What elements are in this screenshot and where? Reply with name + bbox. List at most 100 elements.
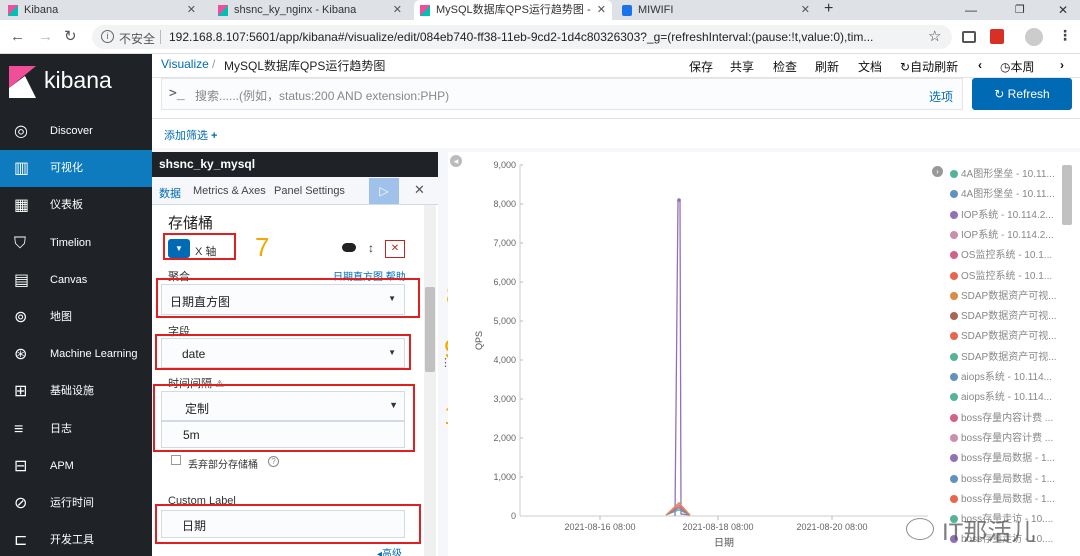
legend-color-dot: [950, 291, 958, 300]
legend-label: aiops系统 - 10.114...: [961, 372, 1052, 383]
sidebar-item-maps[interactable]: ⊚ 地图: [0, 299, 152, 336]
sidebar-item-visualize[interactable]: ▥ 可视化: [0, 150, 152, 188]
editor-scrollbar-track[interactable]: [424, 205, 436, 556]
legend-item[interactable]: boss存量内容计费 ...: [950, 409, 1053, 424]
back-arrow-icon[interactable]: ←: [10, 28, 25, 45]
legend-item[interactable]: aiops系统 - 10.114...: [950, 388, 1052, 403]
sidebar-item-apm[interactable]: ⊟ APM: [0, 448, 152, 485]
bookmark-star-icon[interactable]: ☆: [928, 27, 941, 45]
legend-item[interactable]: SDAP数据资产可视...: [950, 348, 1057, 363]
legend-item[interactable]: SDAP数据资产可视...: [950, 287, 1057, 302]
restore-window-button[interactable]: ❐: [1015, 0, 1025, 20]
options-link[interactable]: 选项: [929, 88, 953, 105]
save-button[interactable]: 保存: [689, 58, 713, 75]
forward-arrow-icon[interactable]: →: [38, 28, 53, 45]
sidebar-item-dev-tools[interactable]: ⊏ 开发工具: [0, 522, 152, 556]
pdf-extension-icon[interactable]: [990, 29, 1004, 44]
help-icon[interactable]: ?: [268, 456, 279, 467]
remove-bucket-button[interactable]: ✕: [385, 240, 405, 258]
legend-item[interactable]: boss存量局数据 - 1...: [950, 490, 1055, 505]
drop-partial-checkbox[interactable]: [171, 455, 181, 465]
legend-label: OS监控系统 - 10.1...: [961, 250, 1053, 262]
legend-item[interactable]: IOP系统 - 10.114.2...: [950, 206, 1054, 221]
time-picker-button[interactable]: ◷本周: [1000, 58, 1035, 75]
legend-color-dot: [950, 312, 958, 321]
legend-item[interactable]: SDAP数据资产可视...: [950, 307, 1057, 322]
legend-item[interactable]: boss存量局数据 - 1...: [950, 449, 1055, 464]
advanced-link[interactable]: ◂高级: [377, 545, 402, 556]
reload-icon[interactable]: ↻: [64, 27, 77, 45]
sidebar-item-label: 基础设施: [50, 385, 94, 398]
kibana-favicon-icon: [8, 5, 18, 16]
x-tick-label: 2021-08-20 08:00: [796, 522, 867, 532]
sidebar-item-canvas[interactable]: ▤ Canvas: [0, 262, 152, 299]
apply-changes-button[interactable]: ▷: [369, 178, 399, 204]
sidebar-item-discover[interactable]: ◎ Discover: [0, 113, 152, 150]
browser-tab-miwifi[interactable]: MIWIFI ✕: [616, 0, 816, 20]
toggle-enabled-icon[interactable]: [342, 243, 356, 252]
browser-tab-mysql[interactable]: MySQL数据库QPS运行趋势图 - ✕: [414, 0, 612, 20]
legend-label: boss存量局数据 - 1...: [961, 453, 1055, 465]
extension-icon[interactable]: [962, 31, 976, 43]
tab-metrics-axes[interactable]: Metrics & Axes: [193, 185, 266, 197]
legend-item[interactable]: 4A图形堡垒 - 10.11...: [950, 185, 1055, 200]
legend-item[interactable]: boss存量内容计费 ...: [950, 429, 1053, 444]
minimize-window-button[interactable]: —: [965, 0, 977, 20]
legend-item[interactable]: OS监控系统 - 10.1...: [950, 246, 1052, 261]
legend-item[interactable]: 4A图形堡垒 - 10.11...: [950, 165, 1055, 180]
sidebar-item-machine-learning[interactable]: ⊛ Machine Learning: [0, 336, 152, 373]
legend-scrollbar-thumb[interactable]: [1062, 165, 1072, 225]
inspect-button[interactable]: 检查: [773, 58, 797, 75]
sidebar-item-uptime[interactable]: ⊘ 运行时间: [0, 485, 152, 522]
auto-refresh-button[interactable]: ↻自动刷新: [900, 58, 958, 75]
close-tab-icon[interactable]: ✕: [801, 0, 810, 20]
legend-item[interactable]: IOP系统 - 10.114.2...: [950, 226, 1054, 241]
legend-toggle-icon[interactable]: ›: [932, 166, 943, 177]
browser-tab-kibana[interactable]: Kibana ✕: [2, 0, 202, 20]
close-window-button[interactable]: ✕: [1058, 0, 1068, 20]
uptime-icon: ⊘: [14, 495, 28, 512]
docs-button[interactable]: 文档: [858, 58, 882, 75]
drag-handle-icon[interactable]: ↕: [368, 241, 374, 255]
time-next-button[interactable]: ›: [1060, 58, 1064, 72]
breadcrumb-visualize[interactable]: Visualize: [161, 57, 209, 71]
sidebar-item-dashboard[interactable]: ▦ 仪表板: [0, 187, 152, 224]
search-input[interactable]: 搜索......(例如，status:200 AND extension:PHP…: [195, 87, 449, 104]
tab-data[interactable]: 数据: [159, 185, 181, 201]
refresh-button[interactable]: ↻ Refresh: [972, 78, 1072, 110]
menu-kebab-icon[interactable]: ⋮: [1058, 27, 1072, 44]
legend-label: 4A图形堡垒 - 10.11...: [961, 189, 1055, 201]
close-tab-icon[interactable]: ✕: [393, 0, 402, 20]
legend-item[interactable]: aiops系统 - 10.114...: [950, 368, 1052, 383]
sidebar-item-timelion[interactable]: ⛉ Timelion: [0, 225, 152, 262]
browser-tab-nginx[interactable]: shsnc_ky_nginx - Kibana ✕: [212, 0, 408, 20]
new-tab-button[interactable]: +: [824, 0, 833, 18]
legend-label: SDAP数据资产可视...: [961, 351, 1057, 363]
profile-avatar[interactable]: [1025, 28, 1043, 46]
sidebar-item-infrastructure[interactable]: ⊞ 基础设施: [0, 373, 152, 410]
maps-icon: ⊚: [14, 309, 28, 326]
filter-divider: [152, 118, 1080, 119]
refresh-menu-button[interactable]: 刷新: [815, 58, 839, 75]
legend-item[interactable]: OS监控系统 - 10.1...: [950, 267, 1052, 282]
discard-changes-icon[interactable]: ✕: [414, 182, 425, 198]
x-axis-title: 日期: [714, 537, 734, 549]
legend-item[interactable]: boss存量局数据 - 1...: [950, 470, 1055, 485]
qps-spike-series: [674, 199, 691, 517]
time-prev-button[interactable]: ‹: [978, 58, 982, 72]
y-tick-label: 9,000: [493, 160, 516, 170]
share-button[interactable]: 共享: [730, 58, 754, 75]
index-pattern-title: shsnc_ky_mysql: [159, 157, 256, 171]
tab-panel-settings[interactable]: Panel Settings: [274, 185, 345, 197]
kibana-favicon-icon: [218, 5, 228, 16]
add-filter-link[interactable]: 添加筛选 +: [164, 127, 217, 143]
kibana-logo-area[interactable]: kibana: [0, 54, 152, 108]
info-icon[interactable]: i: [101, 30, 114, 43]
close-tab-icon[interactable]: ✕: [597, 0, 606, 20]
sidebar-item-label: 地图: [50, 311, 72, 323]
close-tab-icon[interactable]: ✕: [187, 0, 196, 20]
legend-item[interactable]: SDAP数据资产可视...: [950, 327, 1057, 342]
editor-scrollbar-thumb[interactable]: [425, 287, 435, 372]
sidebar-item-logs[interactable]: ≡ 日志: [0, 411, 152, 448]
breadcrumb-current: MySQL数据库QPS运行趋势图: [224, 59, 386, 73]
